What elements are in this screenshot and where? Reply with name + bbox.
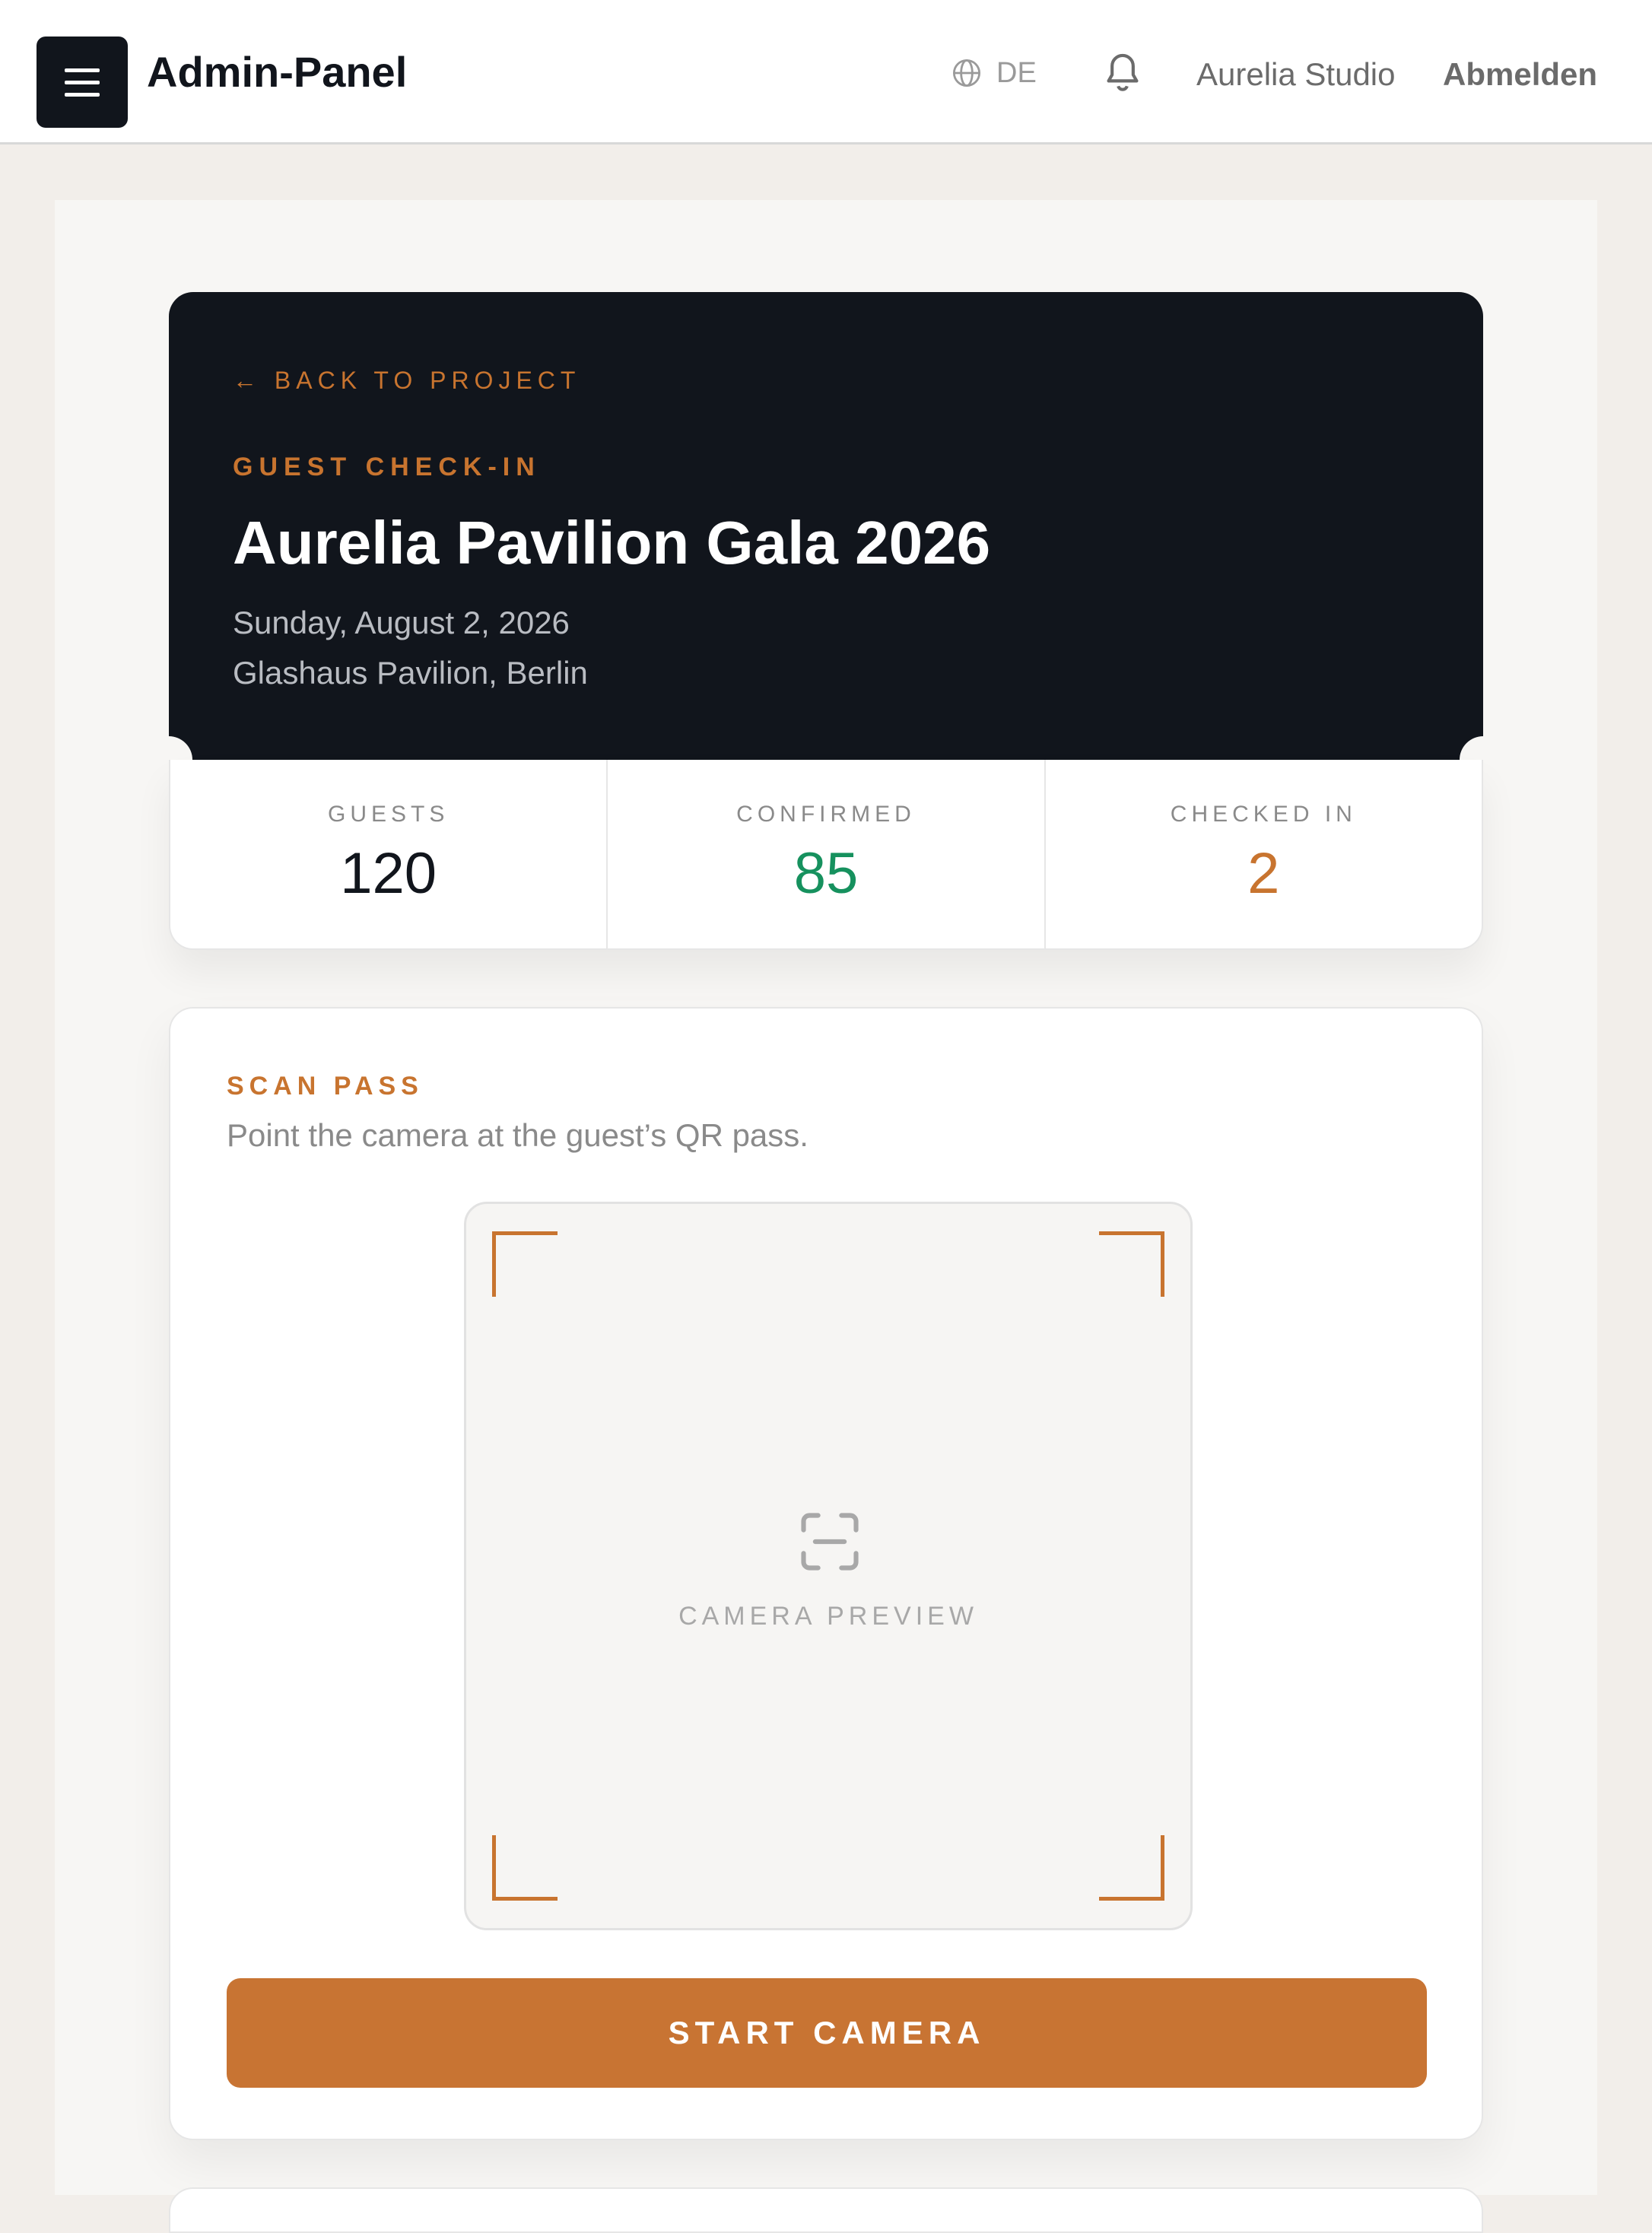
start-camera-button[interactable]: START CAMERA: [227, 1978, 1427, 2088]
event-title: Aurelia Pavilion Gala 2026: [233, 509, 991, 577]
stats-row: GUESTS 120 CONFIRMED 85 CHECKED IN 2: [169, 760, 1483, 950]
top-bar: Admin-Panel DE Aurelia Studio Abmelden: [0, 0, 1652, 145]
stat-checked-in: CHECKED IN 2: [1044, 760, 1482, 948]
viewfinder-corner: [492, 1231, 558, 1297]
user-name[interactable]: Aurelia Studio: [1196, 55, 1396, 94]
viewfinder-corner: [1099, 1231, 1164, 1297]
logout-button[interactable]: Abmelden: [1443, 55, 1597, 94]
viewfinder-corner: [492, 1835, 558, 1901]
scan-pass-card: SCAN PASS Point the camera at the guest’…: [169, 1007, 1483, 2140]
stat-confirmed: CONFIRMED 85: [606, 760, 1044, 948]
stat-label: CONFIRMED: [736, 802, 916, 827]
event-venue: Glashaus Pavilion, Berlin: [233, 655, 588, 691]
event-hero-card: ← BACK TO PROJECT GUEST CHECK-IN Aurelia…: [169, 292, 1483, 760]
viewfinder-corner: [1099, 1835, 1164, 1901]
stat-value: 120: [340, 841, 437, 906]
stat-guests: GUESTS 120: [170, 760, 606, 948]
globe-icon: [952, 59, 981, 87]
language-code: DE: [996, 56, 1037, 89]
next-card: [169, 2187, 1483, 2233]
app-title: Admin-Panel: [147, 48, 408, 96]
section-eyebrow: GUEST CHECK-IN: [233, 453, 541, 481]
camera-preview: CAMERA PREVIEW: [464, 1202, 1193, 1930]
stat-value: 85: [793, 841, 859, 906]
stat-label: GUESTS: [327, 802, 450, 827]
language-switcher[interactable]: DE: [951, 55, 1037, 91]
stat-label: CHECKED IN: [1170, 802, 1357, 827]
scan-instructions: Point the camera at the guest’s QR pass.: [227, 1117, 809, 1153]
menu-button[interactable]: [37, 37, 128, 128]
camera-preview-label: CAMERA PREVIEW: [678, 1602, 978, 1631]
back-to-project-link[interactable]: ← BACK TO PROJECT: [233, 365, 580, 395]
scan-pass-heading: SCAN PASS: [227, 1072, 424, 1101]
bell-icon[interactable]: [1101, 50, 1144, 96]
event-date: Sunday, August 2, 2026: [233, 605, 570, 640]
stat-value: 2: [1247, 841, 1280, 906]
scan-frame-icon: [801, 1513, 859, 1571]
hamburger-menu-icon: [65, 68, 100, 72]
